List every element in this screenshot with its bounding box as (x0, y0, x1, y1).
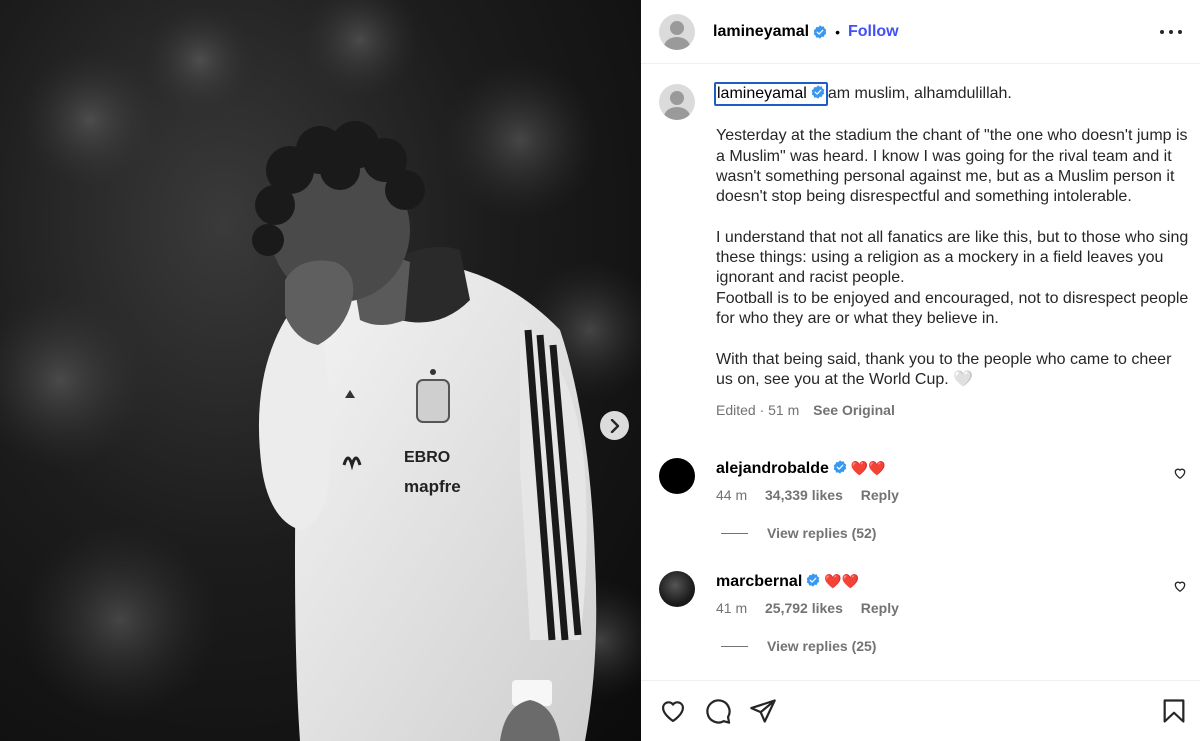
verified-badge-icon (833, 460, 847, 474)
replies-divider (721, 532, 748, 534)
view-replies-label: View replies (52) (767, 525, 877, 541)
separator-dot: • (835, 23, 840, 40)
caption-username-link[interactable]: lamineyamal (714, 82, 828, 107)
comment-line: marcbernal ❤️❤️ (716, 571, 1189, 592)
caption-paragraph: I understand that not all fanatics are l… (716, 228, 1189, 327)
comment-time: 44 m (716, 487, 748, 503)
comment-likes[interactable]: 25,792 likes (765, 600, 843, 616)
paper-plane-icon[interactable] (749, 697, 777, 725)
reply-button[interactable]: Reply (861, 487, 899, 503)
chevron-right-icon (610, 418, 619, 433)
heart-icon[interactable] (1173, 579, 1187, 593)
comment-meta: 41 m 25,792 likes Reply (716, 600, 1189, 616)
commenter-avatar[interactable] (659, 571, 695, 607)
verified-badge-icon (813, 24, 827, 39)
caption-first-text: am muslim, alhamdulillah. (827, 85, 1012, 102)
jacket-sponsor-ebro: EBRO (404, 449, 450, 466)
comment-meta: 44 m 34,339 likes Reply (716, 487, 1189, 503)
post-header: lamineyamal • Follow (641, 0, 1200, 64)
post-caption: lamineyamal am muslim, alhamdulillah. Ye… (659, 82, 1189, 418)
comment-text: ❤️❤️ (850, 460, 886, 476)
replies-divider (721, 645, 748, 647)
jacket-sponsor-mapfre: mapfre (404, 477, 461, 496)
comment-time: 41 m (716, 600, 748, 616)
commenter-avatar[interactable] (659, 458, 695, 494)
view-replies-button[interactable]: View replies (52) (721, 525, 1189, 541)
post-detail-panel: lamineyamal • Follow lamineyamal am musl… (641, 0, 1200, 741)
caption-meta: Edited · 51 m See Original (716, 402, 1189, 418)
verified-badge-icon (811, 85, 825, 99)
comment-bubble-icon[interactable] (704, 697, 732, 725)
heart-icon[interactable] (1173, 466, 1187, 480)
comment-likes[interactable]: 34,339 likes (765, 487, 843, 503)
heart-icon[interactable] (659, 697, 687, 725)
author-avatar[interactable] (659, 13, 695, 50)
more-options-icon[interactable] (1160, 22, 1182, 42)
post-action-bar (641, 680, 1200, 741)
view-replies-button[interactable]: View replies (25) (721, 638, 1189, 654)
reply-button[interactable]: Reply (861, 600, 899, 616)
comment-text: ❤️❤️ (824, 573, 860, 589)
edited-timestamp: Edited · 51 m (716, 402, 800, 419)
carousel-next-button[interactable] (600, 411, 629, 440)
bookmark-icon[interactable] (1160, 697, 1188, 725)
see-original-button[interactable]: See Original (813, 402, 895, 418)
post-photo: EBRO mapfre (0, 0, 641, 741)
comment-item: marcbernal ❤️❤️ 41 m 25,792 likes Reply … (659, 571, 1189, 654)
commenter-username[interactable]: marcbernal (716, 573, 802, 590)
view-replies-label: View replies (25) (767, 638, 877, 654)
commenter-username[interactable]: alejandrobalde (716, 460, 829, 477)
caption-first-line: lamineyamal am muslim, alhamdulillah. (714, 82, 1189, 107)
post-photo-illustration: EBRO mapfre (0, 0, 641, 741)
caption-author-avatar[interactable] (659, 84, 695, 120)
comment-line: alejandrobalde ❤️❤️ (716, 458, 1189, 479)
comment-item: alejandrobalde ❤️❤️ 44 m 34,339 likes Re… (659, 458, 1189, 541)
caption-paragraph: With that being said, thank you to the p… (716, 350, 1172, 388)
follow-button[interactable]: Follow (848, 23, 899, 41)
caption-paragraph: Yesterday at the stadium the chant of "t… (716, 127, 1188, 206)
verified-badge-icon (807, 573, 820, 587)
author-username[interactable]: lamineyamal (713, 23, 809, 41)
